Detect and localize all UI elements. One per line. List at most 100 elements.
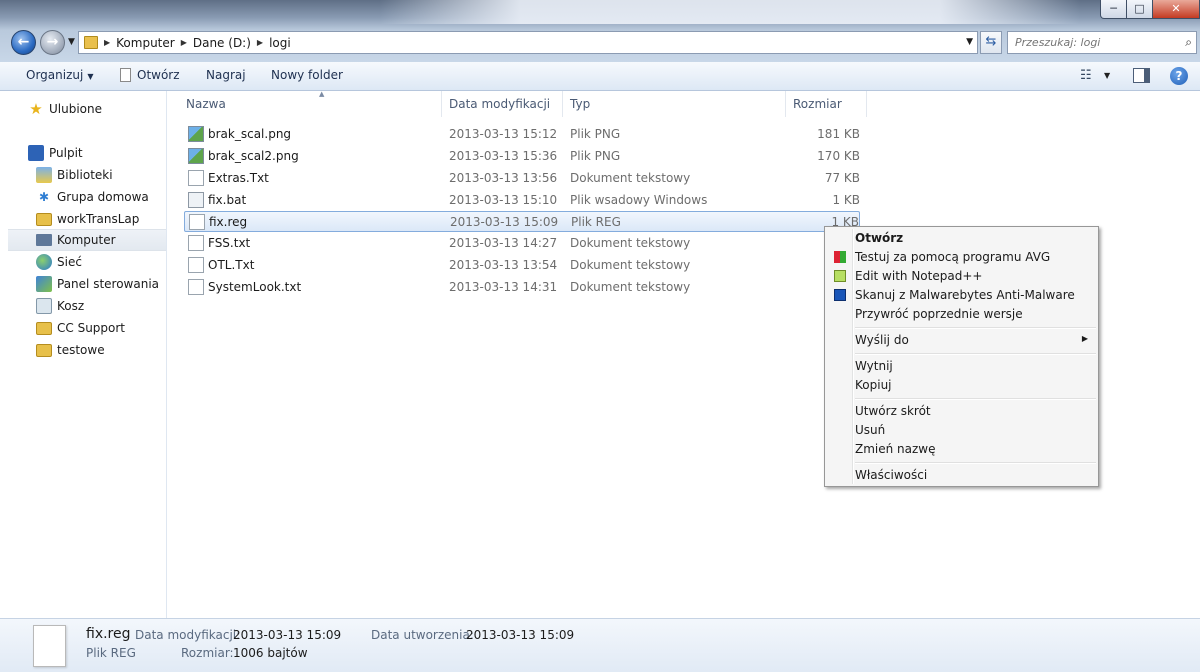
search-icon[interactable]: ⌕ [1185, 35, 1192, 50]
menu-item-restore-versions[interactable]: Przywróć poprzednie wersje [827, 305, 1096, 324]
menu-item-delete[interactable]: Usuń [827, 421, 1096, 440]
file-name: fix.bat [208, 193, 247, 207]
view-options-dropdown[interactable]: ▼ [1104, 71, 1110, 80]
file-name: fix.reg [209, 215, 248, 229]
organize-button[interactable]: Organizuj ▼ [26, 68, 93, 82]
user-folder-icon [36, 212, 52, 226]
network-icon [36, 254, 52, 270]
open-button[interactable]: Otwórz [120, 68, 180, 82]
table-row[interactable]: OTL.Txt 2013-03-13 13:54 Dokument teksto… [184, 255, 860, 276]
table-row[interactable]: Extras.Txt 2013-03-13 13:56 Dokument tek… [184, 168, 860, 189]
sidebar-item-network[interactable]: Sieć [36, 251, 82, 273]
column-header-size[interactable]: Rozmiar [787, 91, 867, 117]
sidebar-item-favorites[interactable]: ★ Ulubione [28, 98, 102, 120]
chevron-right-icon: ▶ [180, 38, 187, 47]
table-row-selected[interactable]: fix.reg 2013-03-13 15:09 Plik REG 1 KB [184, 211, 860, 232]
window-title-bar: ─ □ ✕ ← → ▼ ▶ Komputer ▶ Dane (D:) ▶ logi ▼… [0, 0, 1200, 62]
file-type: Plik wsadowy Windows [570, 193, 708, 207]
file-date: 2013-03-13 13:56 [449, 171, 558, 185]
folder-icon [36, 343, 52, 357]
minimize-button[interactable]: ─ [1100, 0, 1127, 19]
menu-item-notepad-plus-plus[interactable]: Edit with Notepad++ [827, 267, 1096, 286]
refresh-button[interactable]: ⇆ [980, 31, 1002, 54]
menu-item-open[interactable]: Otwórz [827, 229, 1096, 248]
menu-item-create-shortcut[interactable]: Utwórz skrót [827, 402, 1096, 421]
malwarebytes-icon [834, 289, 846, 301]
folder-icon [36, 321, 52, 335]
file-type: Plik PNG [570, 127, 621, 141]
sidebar-item-libraries[interactable]: Biblioteki [36, 164, 113, 186]
column-header-name[interactable]: Nazwa ▲ [180, 90, 442, 117]
table-row[interactable]: SystemLook.txt 2013-03-13 14:31 Dokument… [184, 277, 860, 298]
sidebar-item-recycle-bin[interactable]: Kosz [36, 295, 84, 317]
sidebar-item-computer[interactable]: Komputer [8, 229, 166, 251]
column-header-date[interactable]: Data modyfikacji [443, 91, 563, 117]
reg-file-icon [33, 625, 66, 667]
address-history-dropdown[interactable]: ▼ [966, 37, 973, 47]
forward-button[interactable]: → [40, 30, 65, 55]
sidebar-item-control-panel[interactable]: Panel sterowania [36, 273, 159, 295]
help-icon[interactable]: ? [1170, 67, 1188, 85]
details-file-name: fix.reg [86, 626, 131, 642]
sidebar-item-worktranslap[interactable]: workTransLap [36, 208, 139, 230]
new-folder-button[interactable]: Nowy folder [271, 68, 343, 82]
address-bar[interactable]: ▶ Komputer ▶ Dane (D:) ▶ logi ▼ [78, 31, 978, 54]
sidebar-item-cc-support[interactable]: CC Support [36, 317, 125, 339]
table-row[interactable]: brak_scal.png 2013-03-13 15:12 Plik PNG … [184, 124, 860, 145]
details-created-value: 2013-03-13 15:09 [466, 628, 575, 642]
star-icon: ★ [29, 100, 43, 118]
search-input[interactable] [1008, 32, 1178, 53]
file-size: 1 KB [832, 193, 860, 207]
recent-pages-dropdown[interactable]: ▼ [68, 37, 75, 47]
menu-item-properties[interactable]: Właściwości [827, 466, 1096, 485]
text-file-icon [188, 257, 204, 273]
menu-item-send-to[interactable]: Wyślij do ▶ [827, 331, 1096, 350]
file-type: Dokument tekstowy [570, 258, 691, 272]
details-file-type: Plik REG [86, 646, 136, 660]
back-button[interactable]: ← [11, 30, 36, 55]
control-panel-icon [36, 276, 52, 292]
search-box[interactable]: ⌕ [1007, 31, 1197, 54]
folder-icon [84, 36, 98, 49]
details-modified-label: Data modyfikacji: [135, 628, 241, 642]
burn-button[interactable]: Nagraj [206, 68, 246, 82]
file-type: Dokument tekstowy [570, 236, 691, 250]
menu-item-rename[interactable]: Zmień nazwę [827, 440, 1096, 459]
close-button[interactable]: ✕ [1152, 0, 1200, 19]
menu-item-malwarebytes[interactable]: Skanuj z Malwarebytes Anti-Malware [827, 286, 1096, 305]
document-icon [120, 68, 131, 82]
preview-pane-icon[interactable] [1133, 68, 1150, 83]
table-row[interactable]: brak_scal2.png 2013-03-13 15:36 Plik PNG… [184, 146, 860, 167]
sidebar-item-testowe[interactable]: testowe [36, 339, 105, 361]
breadcrumb-dane[interactable]: ▶ Dane (D:) [181, 36, 251, 50]
file-date: 2013-03-13 13:54 [449, 258, 558, 272]
file-name: Extras.Txt [208, 171, 269, 185]
chevron-down-icon: ▼ [87, 72, 94, 81]
file-name: SystemLook.txt [208, 280, 302, 294]
file-type: Plik PNG [570, 149, 621, 163]
column-header-type[interactable]: Typ [564, 91, 786, 117]
details-size-value: 1006 bajtów [233, 646, 308, 660]
recycle-bin-icon [36, 298, 52, 314]
sidebar-item-homegroup[interactable]: ✱ Grupa domowa [36, 186, 149, 208]
avg-icon [834, 251, 846, 263]
breadcrumb-logi[interactable]: ▶ logi [257, 36, 291, 50]
png-file-icon [188, 148, 204, 164]
table-row[interactable]: fix.bat 2013-03-13 15:10 Plik wsadowy Wi… [184, 190, 860, 211]
breadcrumb-komputer[interactable]: ▶ Komputer [104, 36, 175, 50]
menu-separator [855, 462, 1096, 464]
details-modified-value: 2013-03-13 15:09 [233, 628, 342, 642]
file-type: Dokument tekstowy [570, 280, 691, 294]
menu-item-copy[interactable]: Kopiuj [827, 376, 1096, 395]
desktop-icon [28, 145, 44, 161]
table-row[interactable]: FSS.txt 2013-03-13 14:27 Dokument teksto… [184, 233, 860, 254]
view-options-icon[interactable]: ☷ [1080, 68, 1092, 83]
menu-item-avg-scan[interactable]: Testuj za pomocą programu AVG [827, 248, 1096, 267]
maximize-button[interactable]: □ [1126, 0, 1153, 19]
file-name: brak_scal.png [208, 127, 292, 141]
sidebar-item-desktop[interactable]: Pulpit [28, 142, 83, 164]
file-size: 77 KB [824, 171, 860, 185]
homegroup-icon: ✱ [38, 190, 50, 204]
menu-item-cut[interactable]: Wytnij [827, 357, 1096, 376]
sort-ascending-icon: ▲ [319, 90, 325, 98]
